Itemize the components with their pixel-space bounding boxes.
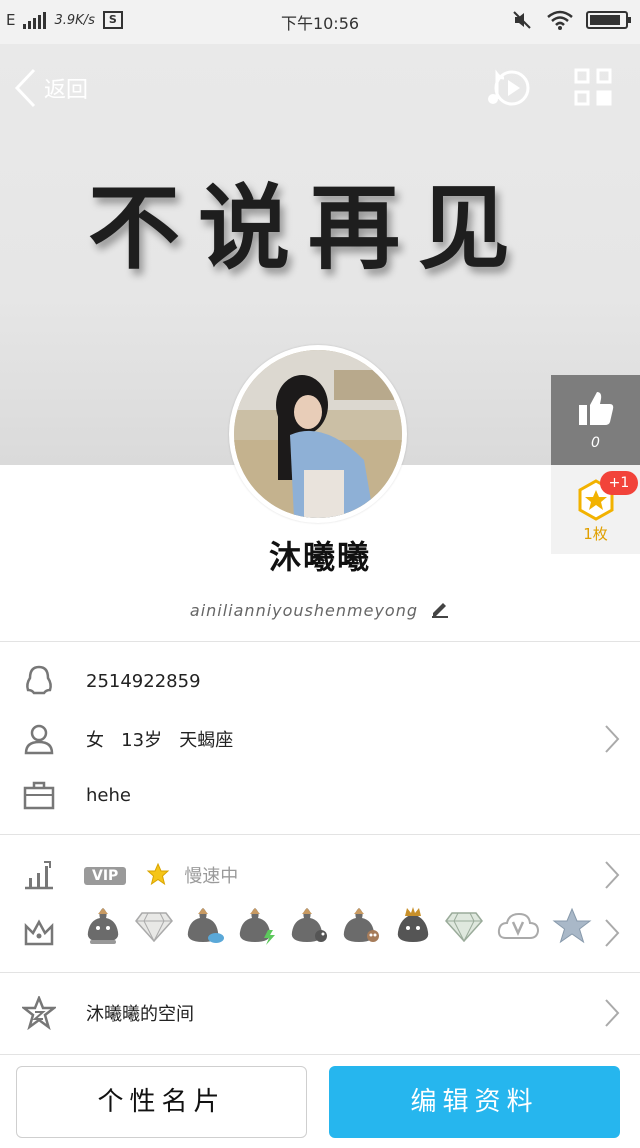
penguin-bird-badge-icon <box>291 908 327 942</box>
blue-star-badge-icon <box>552 907 592 944</box>
like-button[interactable]: 0 <box>551 375 640 465</box>
qq-number-row: 2514922859 <box>0 652 640 710</box>
zodiac: 天蝎座 <box>179 730 234 751</box>
battery-icon <box>586 11 631 29</box>
company-row: hehe <box>0 766 640 824</box>
level-status: 慢速中 <box>184 866 239 887</box>
mute-icon <box>513 11 531 29</box>
wifi-icon <box>547 10 573 30</box>
chevron-right-icon <box>605 999 620 1027</box>
qzone-row[interactable]: 沐曦曦的空间 <box>0 984 640 1042</box>
divider <box>0 641 640 642</box>
qzone-label: 沐曦曦的空间 <box>86 1004 194 1025</box>
penguin-icon <box>26 665 52 695</box>
level-row[interactable]: VIP 慢速中 <box>0 846 640 904</box>
status-bar: E 3.9K/s S 下午10:56 <box>0 0 640 44</box>
badge-plus: +1 <box>600 471 638 495</box>
crown-icon <box>24 919 54 946</box>
green-diamond-badge-icon <box>445 912 483 943</box>
signature-text: ainilianniyoushenmeyong <box>189 601 418 620</box>
diamond-badge-icon <box>135 912 173 943</box>
edit-profile-button[interactable]: 编辑资料 <box>329 1066 620 1138</box>
level-chart-icon <box>25 861 53 890</box>
thumbs-up-icon <box>579 392 614 425</box>
person-icon <box>24 724 54 755</box>
penguin-badge-icon <box>87 908 119 944</box>
personal-info-row[interactable]: 女 13岁 天蝎座 <box>0 710 640 768</box>
divider <box>0 834 640 835</box>
qq-number: 2514922859 <box>86 670 201 692</box>
briefcase-icon <box>23 781 55 810</box>
penguin-fish-badge-icon <box>187 908 224 943</box>
divider <box>0 972 640 973</box>
penguin-crown-badge-icon <box>397 907 429 942</box>
signature[interactable]: ainilianniyoushenmeyong <box>0 600 640 620</box>
star-icon <box>147 862 170 886</box>
profile-card-button[interactable]: 个性名片 <box>16 1066 307 1138</box>
chevron-right-icon <box>605 919 620 947</box>
cloud-v-badge-icon <box>497 912 540 939</box>
edit-pencil-icon[interactable] <box>430 600 450 618</box>
penguin-owl-badge-icon <box>343 908 379 942</box>
like-count: 0 <box>591 435 600 451</box>
divider <box>0 1054 640 1055</box>
cover-title: 不说再见 <box>88 174 529 282</box>
avatar[interactable] <box>229 345 407 523</box>
profile-name: 沐曦曦 <box>268 538 371 576</box>
qzone-star-icon <box>22 996 56 1030</box>
qr-code-icon[interactable] <box>574 68 612 110</box>
chevron-right-icon <box>605 861 620 889</box>
chevron-left-icon <box>14 68 36 108</box>
vip-tag: VIP <box>84 867 127 885</box>
chevron-right-icon <box>605 725 620 753</box>
gender: 女 <box>86 730 104 751</box>
company-text: hehe <box>86 784 131 806</box>
music-icon[interactable] <box>486 66 532 112</box>
back-label: 返回 <box>44 78 89 103</box>
back-button[interactable]: 返回 <box>14 68 88 108</box>
penguin-lightning-badge-icon <box>239 908 275 945</box>
badge-list <box>84 906 592 946</box>
age: 13岁 <box>121 730 163 751</box>
